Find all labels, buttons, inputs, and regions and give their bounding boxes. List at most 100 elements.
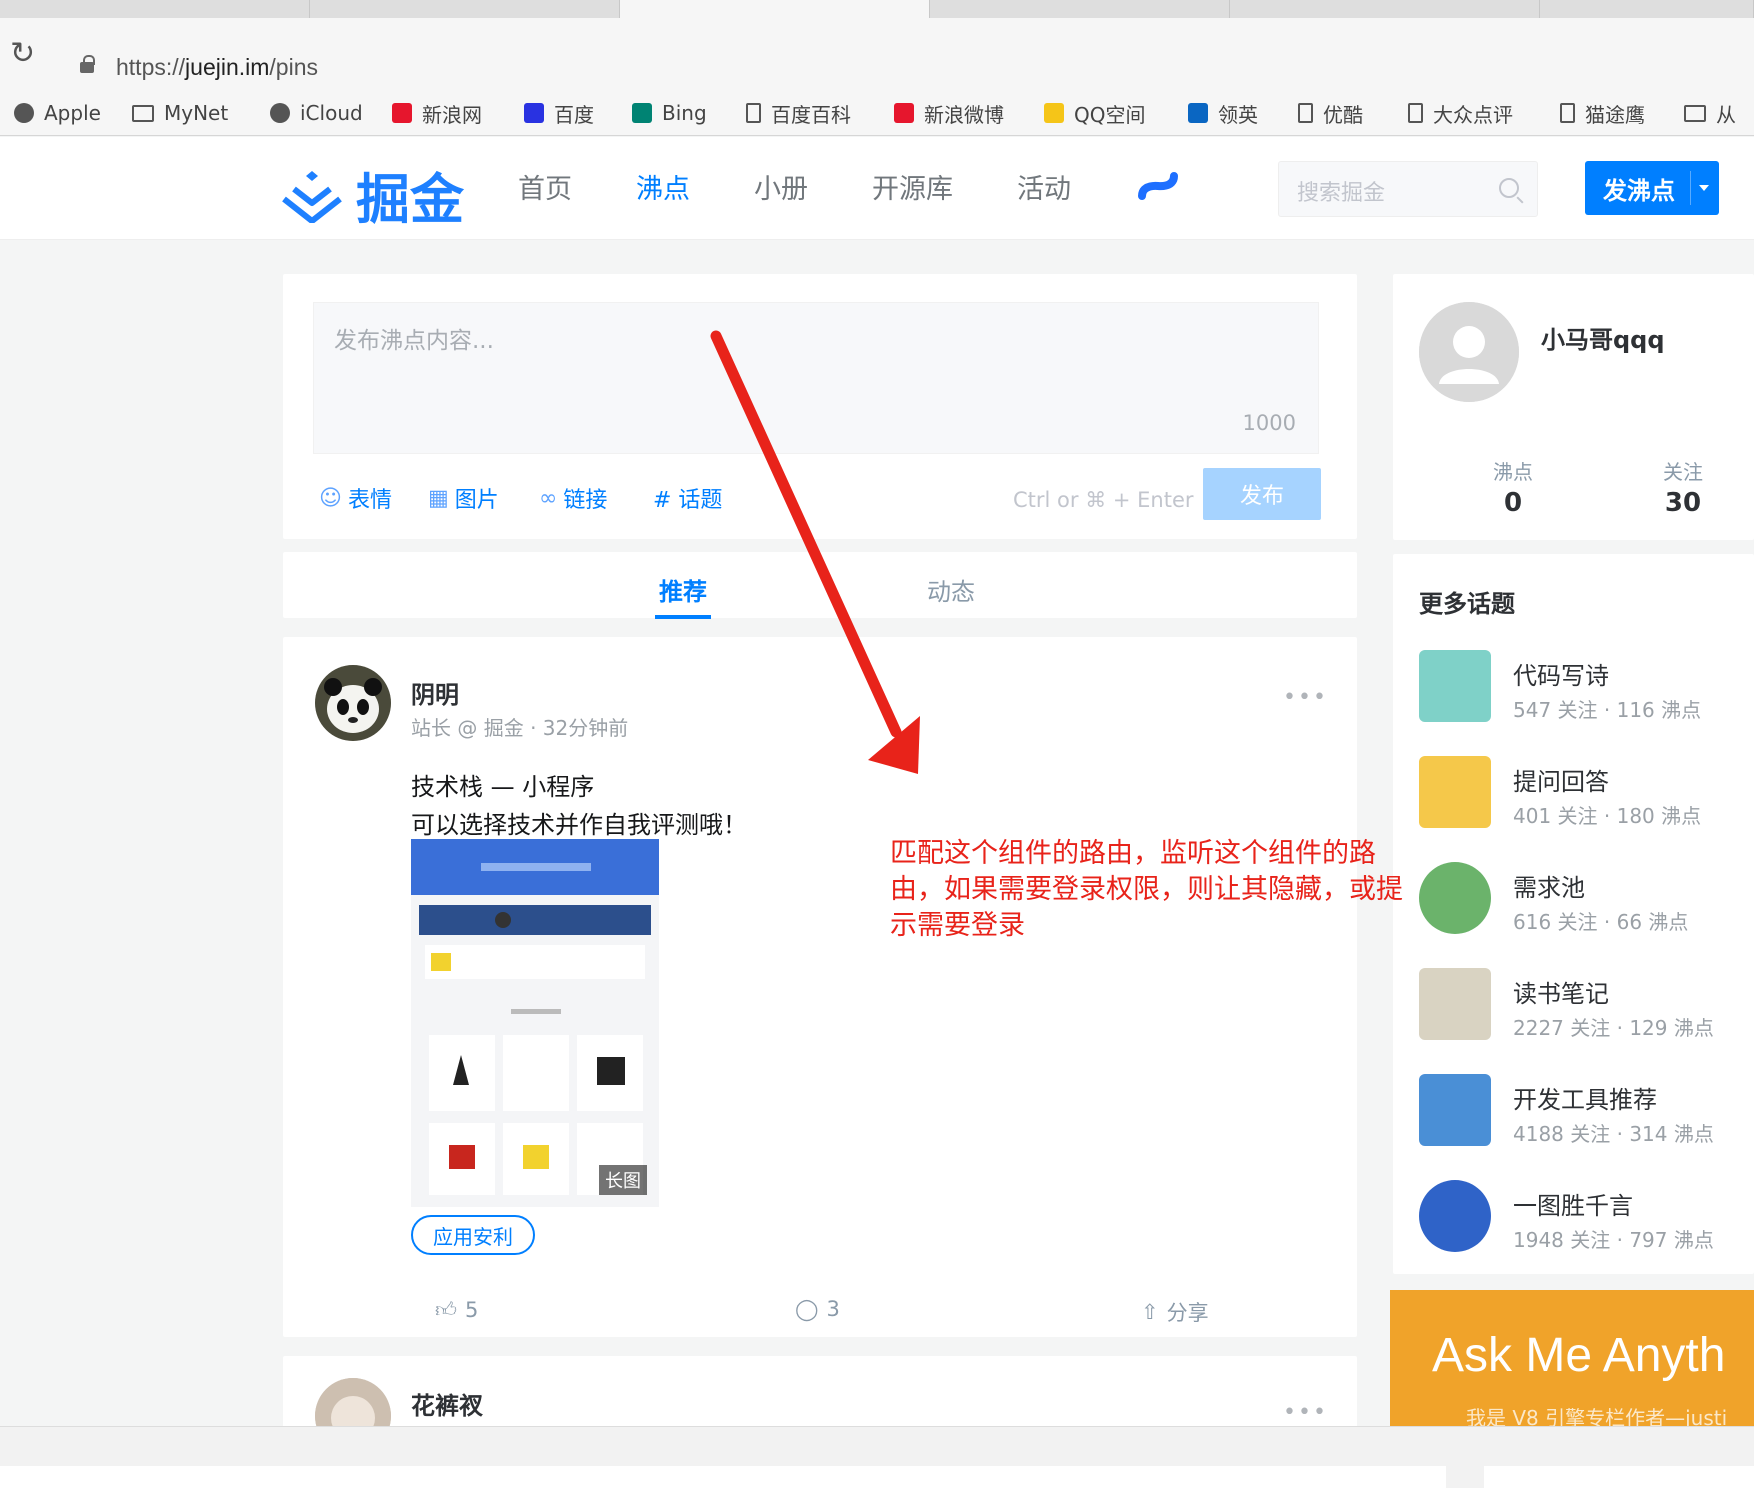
bookmark-label: MyNet <box>164 101 229 125</box>
publish-pin-label: 发沸点 <box>1603 176 1675 205</box>
comment-button[interactable]: ◯ 3 <box>795 1297 840 1321</box>
bookmark-item[interactable]: 领英 <box>1188 98 1258 128</box>
more-options-icon[interactable]: ••• <box>1283 1400 1328 1425</box>
topic-item[interactable]: 读书笔记 2227 关注 · 129 沸点 <box>1419 968 1754 1048</box>
bookmark-item[interactable]: 猫途鹰 <box>1560 98 1645 128</box>
browser-tab-active[interactable] <box>620 0 930 18</box>
post-meta: 站长 @ 掘金 · 32分钟前 <box>411 716 629 740</box>
feed-tabs: 推荐 动态 <box>283 552 1357 619</box>
topic-item[interactable]: 需求池 616 关注 · 66 沸点 <box>1419 862 1754 942</box>
bookmark-item[interactable]: QQ空间 <box>1044 98 1145 128</box>
bookmark-item[interactable]: Apple <box>14 98 101 128</box>
image-tool[interactable]: ▦ 图片 <box>428 482 499 514</box>
tab-recommend[interactable]: 推荐 <box>655 572 711 619</box>
bookmark-item[interactable]: 从 <box>1684 98 1736 128</box>
url-scheme: https:// <box>116 54 186 80</box>
topic-thumbnail <box>1419 968 1491 1040</box>
chevron-down-icon[interactable] <box>1699 185 1709 191</box>
bookmark-label: 优酷 <box>1323 102 1363 127</box>
nav-books[interactable]: 小册 <box>754 167 808 206</box>
topic-item[interactable]: 开发工具推荐 4188 关注 · 314 沸点 <box>1419 1074 1754 1154</box>
nav-repos[interactable]: 开源库 <box>872 167 953 206</box>
nav-pins[interactable]: 沸点 <box>636 167 690 206</box>
share-button[interactable]: ⇧ 分享 <box>1141 1297 1209 1327</box>
topic-stats: 401 关注 · 180 沸点 <box>1513 804 1702 828</box>
bookmark-label: 猫途鹰 <box>1585 102 1645 127</box>
bookmark-item[interactable]: 优酷 <box>1298 98 1363 128</box>
topic-name: 提问回答 <box>1513 768 1609 796</box>
bookmark-item[interactable]: 新浪微博 <box>894 98 1004 128</box>
juejin-logo[interactable]: 掘金 <box>282 155 464 234</box>
topic-thumbnail <box>1419 650 1491 722</box>
bookmark-item[interactable]: 百度 <box>524 98 594 128</box>
topic-item[interactable]: 代码写诗 547 关注 · 116 沸点 <box>1419 650 1754 730</box>
app-screenshot-image <box>411 839 659 1207</box>
nav-home[interactable]: 首页 <box>518 167 572 206</box>
search-box[interactable]: 搜索掘金 <box>1278 161 1538 217</box>
search-input[interactable]: 搜索掘金 <box>1297 175 1385 207</box>
bookmark-item[interactable]: 大众点评 <box>1408 98 1513 128</box>
tab-activity[interactable]: 动态 <box>927 572 975 607</box>
pin-textarea-placeholder: 发布沸点内容... <box>334 328 494 354</box>
send-button[interactable]: 发布 <box>1203 468 1321 520</box>
topic-item[interactable]: 提问回答 401 关注 · 180 沸点 <box>1419 756 1754 836</box>
pin-textarea[interactable]: 发布沸点内容... 1000 <box>313 302 1319 454</box>
more-topics-card: 更多话题 代码写诗 547 关注 · 116 沸点 提问回答 401 关注 · 180… <box>1393 554 1754 1274</box>
following-stat-value[interactable]: 30 <box>1643 488 1723 518</box>
browser-tab[interactable] <box>310 0 620 18</box>
link-tool[interactable]: ∞ 链接 <box>539 482 607 514</box>
bookmark-item[interactable]: iCloud <box>270 98 363 128</box>
bookmark-label: 从 <box>1716 102 1736 127</box>
bookmark-item[interactable]: 新浪网 <box>392 98 482 128</box>
mini-program-icon[interactable] <box>1134 162 1182 210</box>
browser-tab[interactable] <box>1540 0 1754 18</box>
bookmark-item[interactable]: Bing <box>632 98 707 128</box>
topic-thumbnail <box>1419 1074 1491 1146</box>
address-bar: ↻ https://juejin.im/pins <box>0 18 1754 90</box>
topic-tag[interactable]: 应用安利 <box>411 1215 535 1255</box>
topic-name: 开发工具推荐 <box>1513 1086 1657 1114</box>
bookmarks-bar: Apple MyNet iCloud 新浪网 百度 Bing 百度百科 新浪微博 QQ空间 领英 优… <box>0 90 1754 136</box>
url-path: /pins <box>269 54 319 80</box>
ama-banner[interactable]: Ask Me Anyth 我是 V8 引擎专栏作者—justi <box>1390 1290 1754 1438</box>
browser-tab[interactable] <box>0 0 310 18</box>
bookmark-item[interactable]: MyNet <box>132 98 228 128</box>
panda-avatar-image <box>315 665 391 741</box>
bookmark-label: QQ空间 <box>1074 102 1146 127</box>
bing-icon <box>632 103 652 123</box>
emoji-tool[interactable]: ☺ 表情 <box>319 482 392 514</box>
topic-item[interactable]: 一图胜千言 1948 关注 · 797 沸点 <box>1419 1180 1754 1260</box>
post-image[interactable]: 长图 <box>411 839 659 1207</box>
bookmark-label: 百度百科 <box>771 102 851 127</box>
doc-icon <box>1298 103 1313 123</box>
topic-name: 一图胜千言 <box>1513 1192 1633 1220</box>
author-name[interactable]: 阴明 <box>411 675 459 710</box>
default-avatar-icon <box>1419 302 1519 402</box>
like-button[interactable]: 👍︎ 5 <box>435 1297 478 1323</box>
more-options-icon[interactable]: ••• <box>1283 685 1328 710</box>
bookmark-label: 百度 <box>554 102 594 127</box>
author-name[interactable]: 花裤衩 <box>411 1386 483 1421</box>
nav-events[interactable]: 活动 <box>1017 167 1071 206</box>
publish-pin-button[interactable]: 发沸点 <box>1585 161 1719 215</box>
topic-name: 读书笔记 <box>1513 980 1609 1008</box>
url-field[interactable]: https://juejin.im/pins <box>116 54 318 81</box>
topic-tool[interactable]: # 话题 <box>653 482 722 514</box>
doc-icon <box>1408 103 1423 123</box>
user-avatar[interactable] <box>1419 302 1519 402</box>
author-avatar[interactable] <box>315 665 391 741</box>
sina-icon <box>392 103 412 123</box>
emoji-tool-label: 表情 <box>347 488 392 513</box>
bookmark-item[interactable]: 百度百科 <box>746 98 851 128</box>
browser-tab[interactable] <box>930 0 1230 18</box>
browser-tab[interactable] <box>1230 0 1540 18</box>
char-counter: 1000 <box>1242 411 1296 435</box>
search-icon[interactable] <box>1499 178 1519 198</box>
topic-stats: 547 关注 · 116 沸点 <box>1513 698 1702 722</box>
reload-icon[interactable]: ↻ <box>10 36 35 72</box>
pins-stat-value[interactable]: 0 <box>1473 488 1553 518</box>
bottom-panel-right <box>1484 1466 1754 1488</box>
apple-icon <box>14 103 34 123</box>
bottom-panel-left <box>0 1466 1446 1488</box>
user-name[interactable]: 小马哥qqq <box>1541 320 1665 355</box>
